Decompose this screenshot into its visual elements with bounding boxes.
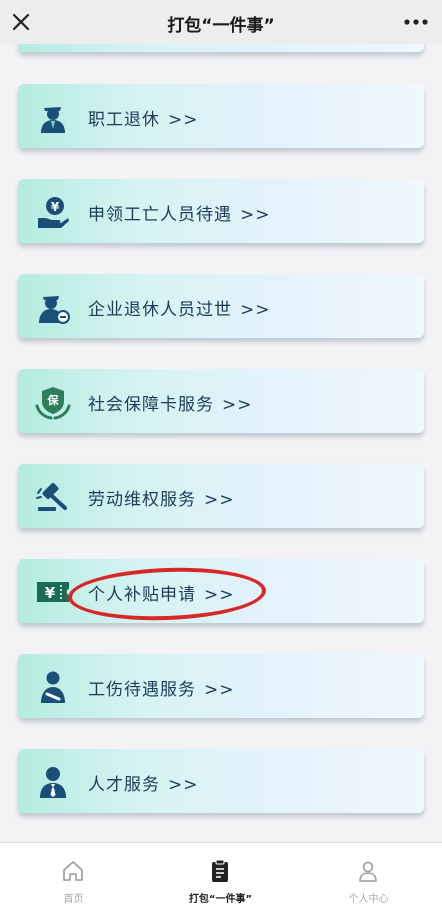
partial-service-card[interactable] bbox=[18, 44, 424, 52]
arrow-indicator: >> bbox=[240, 300, 271, 320]
service-card-retiree-death[interactable]: 企业退休人员过世 >> bbox=[18, 274, 424, 338]
service-label: 职工退休 bbox=[88, 110, 160, 130]
arrow-indicator: >> bbox=[222, 395, 253, 415]
service-label: 劳动维权服务 bbox=[88, 490, 196, 510]
service-card-work-injury[interactable]: 工伤待遇服务 >> bbox=[18, 654, 424, 718]
service-label: 人才服务 bbox=[88, 775, 160, 795]
tab-label: 首页 bbox=[63, 894, 84, 905]
arrow-indicator: >> bbox=[240, 205, 271, 225]
page-title: 打包“一件事” bbox=[167, 16, 275, 36]
user-icon bbox=[359, 861, 377, 882]
tab-label: 个人中心 bbox=[348, 894, 389, 905]
service-card-work-death-benefits[interactable]: ¥ 申领工亡人员待遇 >> bbox=[18, 179, 424, 243]
service-label: 企业退休人员过世 bbox=[88, 300, 232, 320]
svg-text:保: 保 bbox=[47, 393, 60, 407]
arrow-indicator: >> bbox=[168, 110, 199, 130]
tab-home[interactable]: 首页 bbox=[0, 843, 147, 914]
service-card-labor-rights[interactable]: 劳动维权服务 >> bbox=[18, 464, 424, 528]
deceased-retiree-icon bbox=[39, 296, 70, 324]
tab-profile[interactable]: 个人中心 bbox=[295, 843, 442, 914]
security-card-icon: 保 bbox=[35, 387, 71, 420]
service-label: 申领工亡人员待遇 bbox=[88, 205, 232, 225]
tab-bundle[interactable]: 打包“一件事” bbox=[147, 843, 294, 914]
service-card-talent[interactable]: 人才服务 >> bbox=[18, 749, 424, 813]
svg-text:¥: ¥ bbox=[51, 200, 60, 214]
talent-icon bbox=[40, 767, 66, 798]
service-card-social-security-card[interactable]: 保 社会保障卡服务 >> bbox=[18, 369, 424, 433]
service-label: 工伤待遇服务 bbox=[88, 680, 196, 700]
home-icon bbox=[63, 861, 83, 881]
service-list: 职工退休 >> ¥ 申领工亡人员待遇 >> 企业退休人员过世 >> 保 社会保障卡服务… bbox=[0, 44, 442, 842]
bottom-tab-bar: 首页 打包“一件事” 个人中心 bbox=[0, 842, 442, 914]
service-label: 社会保障卡服务 bbox=[88, 395, 214, 415]
top-bar: 打包“一件事” bbox=[0, 0, 442, 44]
retiree-icon bbox=[41, 107, 65, 133]
arrow-indicator: >> bbox=[168, 775, 199, 795]
clipboard-icon bbox=[212, 859, 228, 882]
arrow-indicator: >> bbox=[204, 490, 235, 510]
service-card-retirement[interactable]: 职工退休 >> bbox=[18, 84, 424, 148]
more-icon[interactable] bbox=[402, 13, 430, 31]
yuan-hand-icon: ¥ bbox=[38, 197, 69, 228]
injured-worker-icon bbox=[41, 671, 65, 703]
arrow-indicator: >> bbox=[204, 680, 235, 700]
tab-label: 打包“一件事” bbox=[188, 894, 253, 905]
subsidy-ticket-icon: ¥ bbox=[37, 582, 69, 602]
gavel-icon bbox=[36, 482, 67, 511]
svg-text:¥: ¥ bbox=[45, 584, 56, 602]
